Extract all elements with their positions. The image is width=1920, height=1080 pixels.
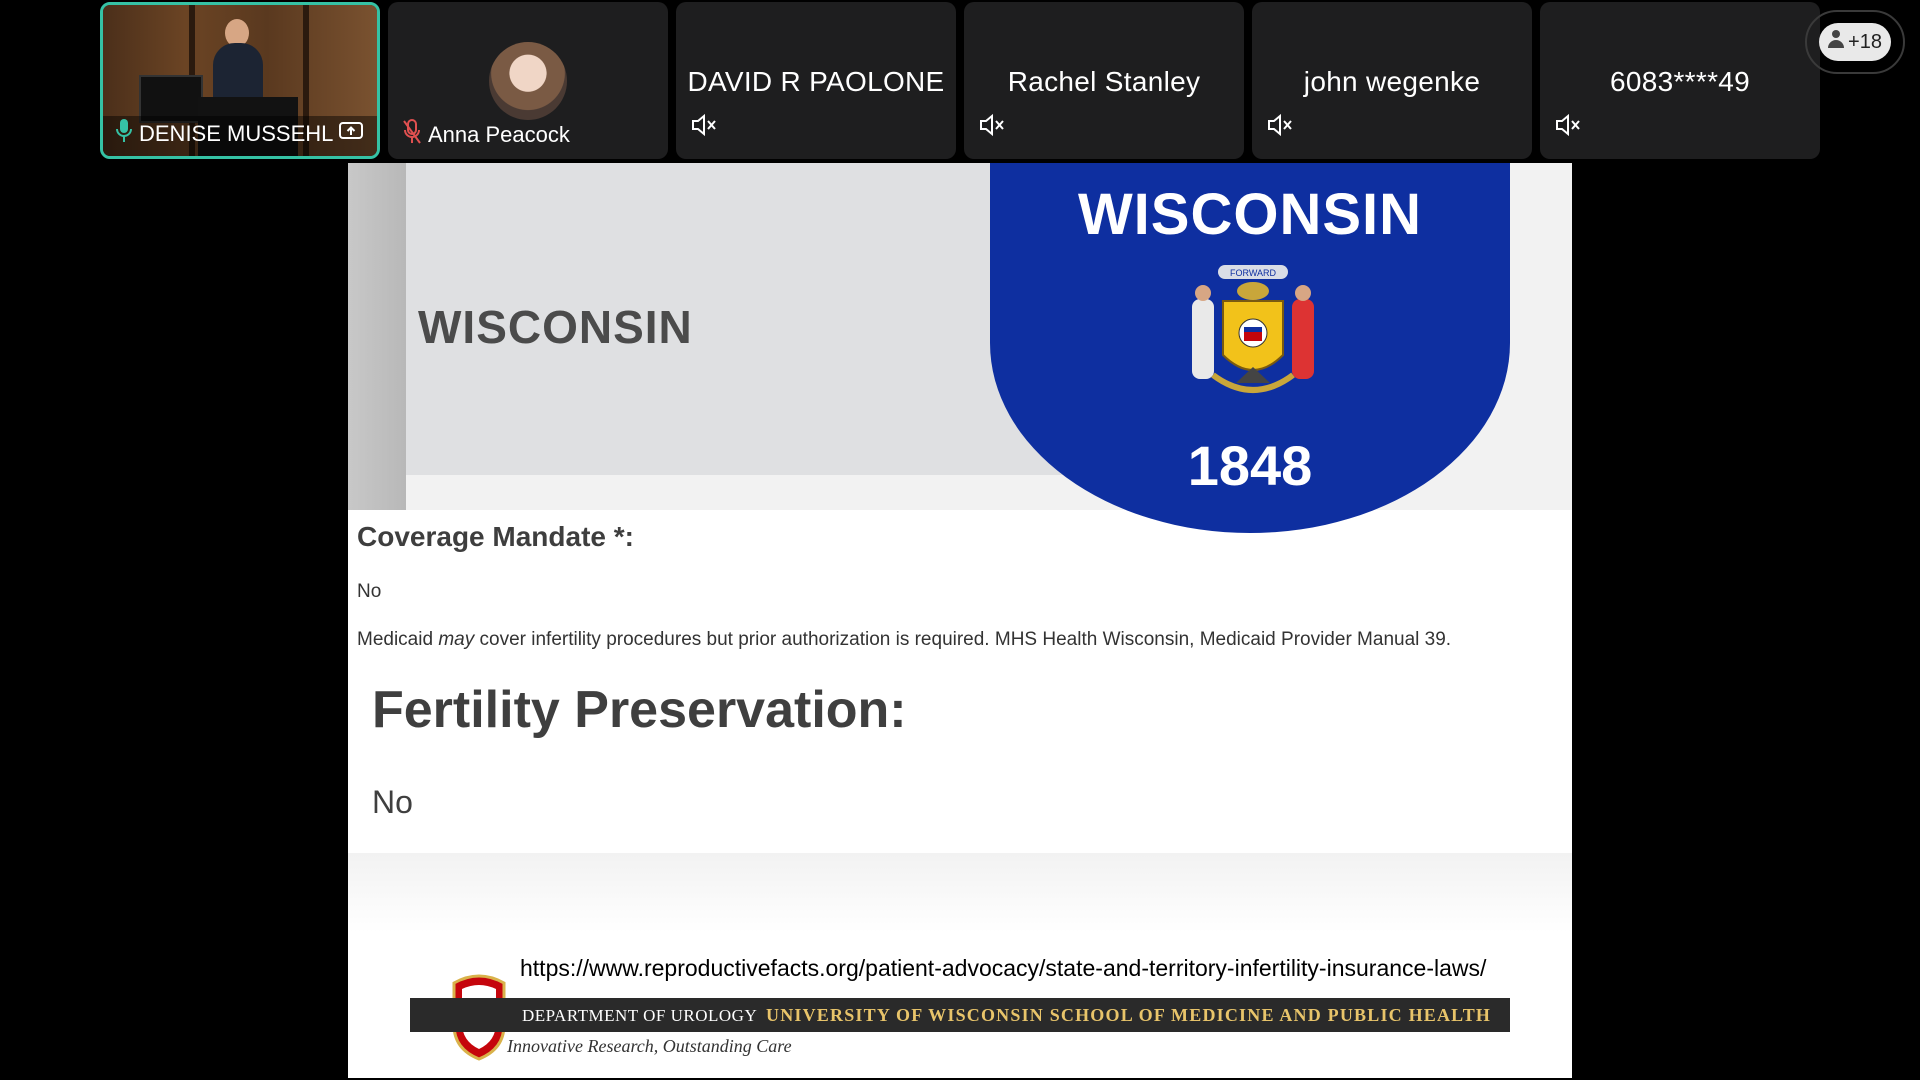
- participant-tile-phone[interactable]: 6083****49: [1540, 2, 1820, 159]
- participant-label: Anna Peacock: [402, 119, 570, 151]
- participant-name: Anna Peacock: [428, 122, 570, 147]
- slide-header: WISCONSIN WISCONSIN FORWARD 1848: [348, 163, 1572, 533]
- participant-tile-rachel-stanley[interactable]: Rachel Stanley: [964, 2, 1244, 159]
- uw-tagline: Innovative Research, Outstanding Care: [507, 1036, 792, 1056]
- coverage-mandate-heading: Coverage Mandate *:: [357, 521, 634, 552]
- participant-name: Rachel Stanley: [1007, 66, 1201, 97]
- participant-tile-david-r-paolone[interactable]: DAVID R PAOLONE: [676, 2, 956, 159]
- speaker-muted-icon: [1266, 111, 1294, 139]
- uw-banner: DEPARTMENT OF UROLOGY UNIVERSITY OF WISC…: [410, 998, 1510, 1032]
- speaker-muted-icon: [1554, 111, 1582, 139]
- state-title: WISCONSIN: [418, 301, 693, 353]
- participant-name: john wegenke: [1303, 66, 1481, 97]
- speaker-muted-icon: [978, 111, 1006, 139]
- participant-label: DENISE MUSSEHL: [115, 118, 364, 150]
- participant-tile-denise-mussehl[interactable]: DENISE MUSSEHL: [100, 2, 380, 159]
- medicaid-note: Medicaid may cover infertility procedure…: [357, 629, 1452, 650]
- fertility-preservation-value: No: [372, 784, 413, 820]
- participant-name: 6083****49: [1609, 66, 1751, 97]
- screen-share-icon: [339, 121, 364, 147]
- person-icon: [1828, 29, 1845, 55]
- participant-tile-anna-peacock[interactable]: Anna Peacock: [388, 2, 668, 159]
- participant-tile-john-wegenke[interactable]: john wegenke: [1252, 2, 1532, 159]
- fertility-preservation-heading: Fertility Preservation:: [372, 681, 907, 739]
- source-link: https://www.reproductivefacts.org/patien…: [520, 955, 1487, 981]
- shared-screen-slide: WISCONSIN WISCONSIN FORWARD 1848 Coverag…: [348, 163, 1572, 1078]
- state-crest-icon: FORWARD: [1192, 265, 1314, 393]
- more-participants-button[interactable]: +18: [1805, 10, 1905, 74]
- participant-name: DAVID R PAOLONE: [687, 66, 945, 97]
- svg-text:FORWARD: FORWARD: [1230, 268, 1276, 278]
- microphone-off-icon: [402, 119, 422, 151]
- participant-name: DENISE MUSSEHL: [139, 121, 334, 146]
- avatar: [489, 42, 567, 120]
- department-name: DEPARTMENT OF UROLOGY: [522, 1006, 758, 1025]
- flag-year: 1848: [1187, 434, 1313, 497]
- school-name: UNIVERSITY OF WISCONSIN SCHOOL OF MEDICI…: [766, 1005, 1492, 1025]
- flag-title: WISCONSIN: [1077, 182, 1423, 247]
- coverage-mandate-value: No: [357, 581, 382, 602]
- speaker-muted-icon: [690, 111, 718, 139]
- more-participants-count: +18: [1848, 30, 1882, 53]
- microphone-on-icon: [115, 118, 133, 150]
- wisconsin-flag: WISCONSIN FORWARD 1848: [990, 163, 1510, 533]
